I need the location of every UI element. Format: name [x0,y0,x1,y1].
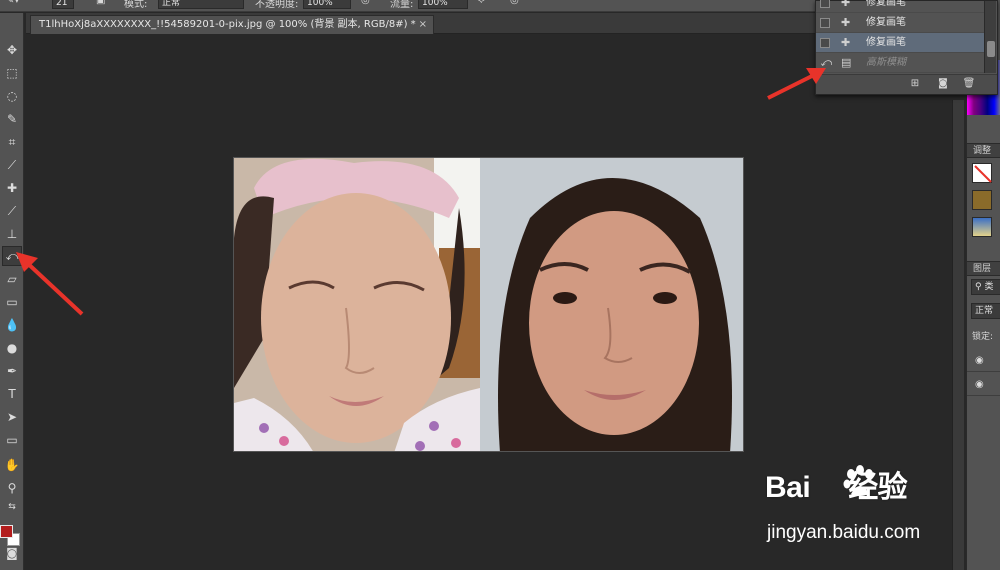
history-panel: ✚ 修复画笔 ✚ 修复画笔 ✚ 修复画笔 ⤺ ▤ 高斯模糊 ⊞ ◙ 🗑 [815,0,998,95]
lasso-tool-icon[interactable]: ◌ [2,86,22,106]
history-state[interactable]: ✚ 修复画笔 [816,13,984,33]
document-image[interactable] [233,157,744,452]
blur-tool-icon[interactable]: 💧 [2,315,22,335]
adjustments-header[interactable]: 调整 [967,143,1000,158]
healing-brush-icon: ✚ [841,0,851,9]
after-face-illustration [480,158,743,451]
trash-icon[interactable]: 🗑 [962,77,976,91]
flow-label: 流量: [390,0,414,10]
healing-brush-icon: ✚ [841,16,851,29]
document-icon: ▤ [841,56,852,69]
brush-size-field[interactable]: 21 [52,0,74,9]
history-scrollbar[interactable] [984,1,996,73]
history-brush-tool-icon[interactable]: ⤺ [2,246,22,266]
eraser-tool-icon[interactable]: ▱ [2,269,22,289]
baidu-paw-logo [843,465,873,496]
type-tool-icon[interactable]: T [2,384,22,404]
dodge-tool-icon[interactable]: ● [2,338,22,358]
opacity-field[interactable]: 100% [303,0,351,9]
eye-icon[interactable]: ◉ [975,355,984,366]
history-state-label: 修复画笔 [866,37,906,48]
eye-icon[interactable]: ◉ [975,379,984,390]
after-photo [480,158,743,451]
healing-brush-icon: ✚ [841,36,851,49]
gradient-tool-icon[interactable]: ▭ [2,292,22,312]
healing-brush-tool-icon[interactable]: ✚ [2,178,22,198]
pressure-opacity-icon[interactable]: ◎ [361,0,370,6]
quick-select-tool-icon[interactable]: ✎ [2,109,22,129]
airbrush-icon[interactable]: ⟡ [478,0,485,6]
new-document-from-state-icon[interactable]: ⊞ [908,77,922,91]
baidu-jingyan-watermark: Bai 经验 jingyan.baidu.com [765,462,955,552]
layer-row[interactable]: ◉ [967,350,1000,372]
photoshop-window: ✎▾ 21 ▣ 模式: 正常 不透明度: 100% ◎ 流量: 100% ⟡ ◎… [0,0,1000,570]
kind-filter-label: 类 [984,282,994,292]
history-footer: ⊞ ◙ 🗑 [816,74,997,94]
blend-mode-select[interactable]: 正常 [971,303,1000,319]
quick-mask-icon[interactable]: ◙ [2,543,22,563]
history-state[interactable]: ✚ 修复画笔 [816,0,984,13]
brush-preset-icon[interactable]: ✎▾ [6,0,19,6]
history-snapshot-checkbox[interactable] [820,18,830,28]
document-tab[interactable]: T1lhHoXj8aXXXXXXXX_!!54589201-0-pix.jpg … [30,15,434,34]
mode-select[interactable]: 正常 [158,0,244,9]
move-tool-icon[interactable]: ✥ [2,40,22,60]
history-state-selected[interactable]: ✚ 修复画笔 [816,33,984,53]
swap-colors-icon[interactable]: ⇆ [2,497,22,517]
camera-snapshot-icon[interactable]: ◙ [936,77,950,91]
watermark-brand: Bai 经验 [765,471,908,504]
document-tab-title: T1lhHoXj8aXXXXXXXX_!!54589201-0-pix.jpg … [39,19,416,30]
history-snapshot-checkbox[interactable] [820,38,830,48]
opacity-label: 不透明度: [255,0,299,10]
brush-panel-icon[interactable]: ▣ [96,0,105,6]
zoom-tool-icon[interactable]: ⚲ [2,478,22,498]
foreground-color-swatch[interactable] [0,525,13,538]
layers-header[interactable]: 图层 [967,261,1000,276]
history-snapshot-checkbox[interactable] [820,0,830,8]
history-brush-source-icon[interactable]: ⤺ [820,56,834,70]
no-adjustment-icon[interactable] [972,163,992,183]
pressure-size-icon[interactable]: ◎ [510,0,519,6]
pen-tool-icon[interactable]: ✒ [2,361,22,381]
clone-stamp-tool-icon[interactable]: ⊥ [2,224,22,244]
history-state-label: 修复画笔 [866,17,906,28]
before-photo [234,158,480,451]
brush-tool-icon[interactable]: ⟋ [2,201,22,221]
tools-panel: ✥ ⬚ ◌ ✎ ⌗ ⟋ ✚ ⟋ ⊥ ⤺ ▱ ▭ 💧 ● ✒ T ➤ ▭ ✋ ⚲ … [0,13,24,570]
crop-tool-icon[interactable]: ⌗ [2,132,22,152]
eyedropper-tool-icon[interactable]: ⟋ [2,155,22,175]
history-state-label: 修复画笔 [866,0,906,8]
layer-kind-filter[interactable]: ⚲ 类 [971,279,1000,295]
landscape-adjustment-icon[interactable] [972,217,992,237]
close-tab-icon[interactable]: × [419,16,427,34]
history-state-dimmed[interactable]: ⤺ ▤ 高斯模糊 [816,53,984,73]
before-face-illustration [234,158,480,451]
marquee-tool-icon[interactable]: ⬚ [2,63,22,83]
watermark-url: jingyan.baidu.com [767,522,921,543]
hand-tool-icon[interactable]: ✋ [2,455,22,475]
history-state-label: 高斯模糊 [866,57,906,68]
lock-label: 锁定: [972,332,994,342]
flow-field[interactable]: 100% [418,0,468,9]
history-scroll-thumb[interactable] [987,41,995,57]
layer-row[interactable]: ◉ [967,374,1000,396]
mode-label: 模式: [124,0,148,10]
shape-tool-icon[interactable]: ▭ [2,430,22,450]
solid-color-adjustment-icon[interactable] [972,190,992,210]
path-select-tool-icon[interactable]: ➤ [2,407,22,427]
